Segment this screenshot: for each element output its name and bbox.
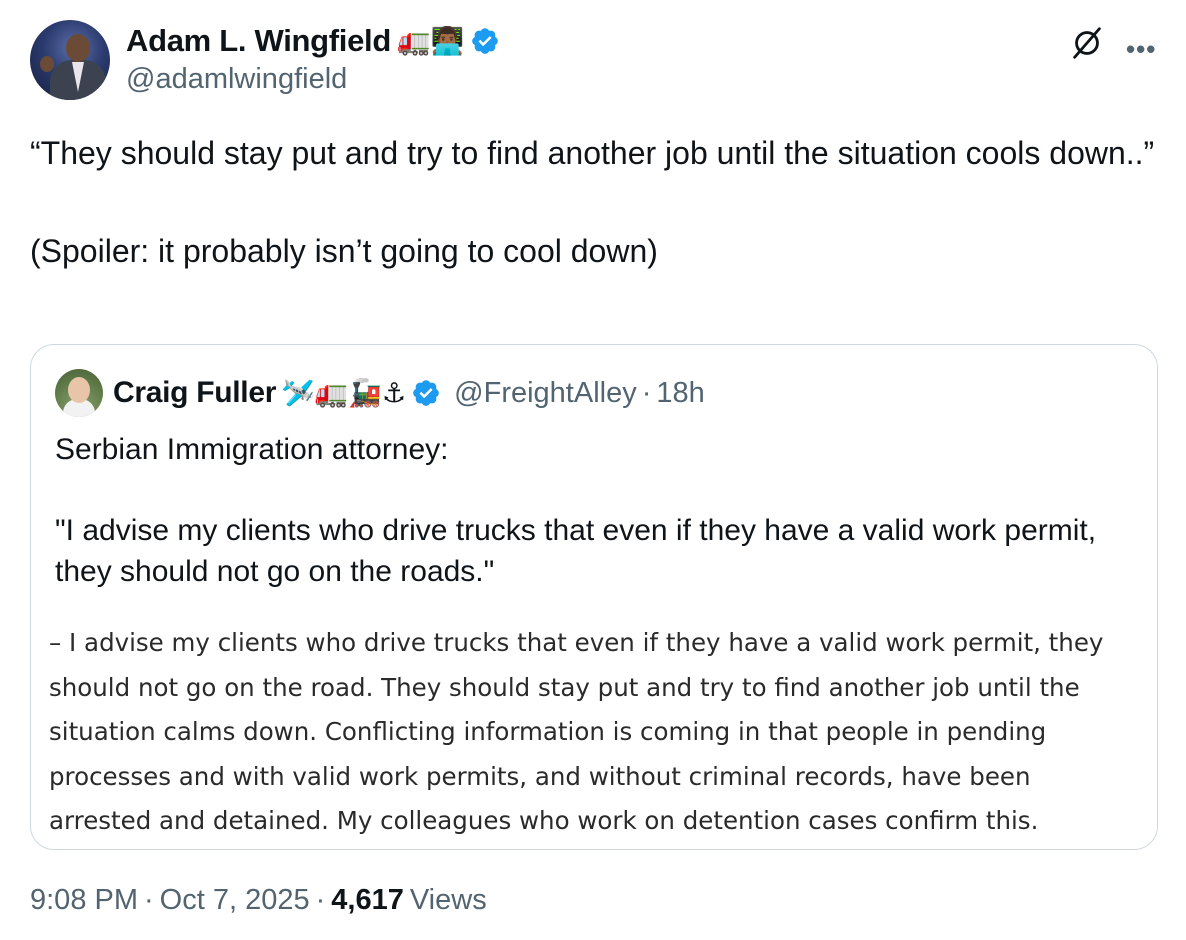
tweet-date[interactable]: Oct 7, 2025 [160,884,310,917]
quoted-author-emojis: 🛩️🚛🚂⚓ [281,377,407,409]
quoted-media-text-image[interactable]: – I advise my clients who drive trucks t… [49,621,1139,844]
author-display-name[interactable]: Adam L. Wingfield [126,23,391,59]
meta-separator: · [315,884,326,916]
meta-separator: · [144,884,154,916]
quoted-tweet-text: Serbian Immigration attorney: "I advise … [55,429,1135,592]
tweet-time[interactable]: 9:08 PM [30,884,138,917]
quoted-separator: · [641,376,652,409]
quoted-text-line-2: "I advise my clients who drive trucks th… [55,514,1097,588]
tweet-text-line-2: (Spoiler: it probably isn’t going to coo… [30,233,658,269]
quoted-author-row[interactable]: Craig Fuller 🛩️🚛🚂⚓ @FreightAlley · 18h [113,371,705,415]
views-count: 4,617 [331,884,404,916]
quoted-verified-badge-icon[interactable] [411,378,441,408]
author-name-row[interactable]: Adam L. Wingfield 🚛👨🏾‍💻 [126,22,500,60]
views-label: Views [409,884,487,916]
author-avatar[interactable] [30,20,110,100]
verified-badge-icon[interactable] [470,26,500,56]
tweet-meta: 9:08 PM · Oct 7, 2025 · 4,617 Views [30,884,487,917]
quoted-author-handle[interactable]: @FreightAlley [454,377,637,410]
author-handle[interactable]: @adamlwingfield [126,63,347,96]
author-name-emojis: 🚛👨🏾‍💻 [397,25,465,57]
quoted-avatar-figure-head [68,377,90,403]
quoted-author-name[interactable]: Craig Fuller [113,376,276,410]
avatar-figure-head [66,34,90,62]
quoted-author-avatar[interactable] [55,369,103,417]
quoted-tweet-card[interactable]: Craig Fuller 🛩️🚛🚂⚓ @FreightAlley · 18h S… [30,344,1158,850]
quoted-text-line-1: Serbian Immigration attorney: [55,433,449,466]
more-options-icon[interactable]: ••• [1126,34,1156,65]
grok-icon[interactable] [1068,24,1106,62]
tweet-text: “They should stay put and try to find an… [30,130,1170,274]
avatar-figure-hand [40,56,54,72]
quoted-timestamp[interactable]: 18h [656,377,704,410]
tweet-text-line-1: “They should stay put and try to find an… [30,135,1155,171]
